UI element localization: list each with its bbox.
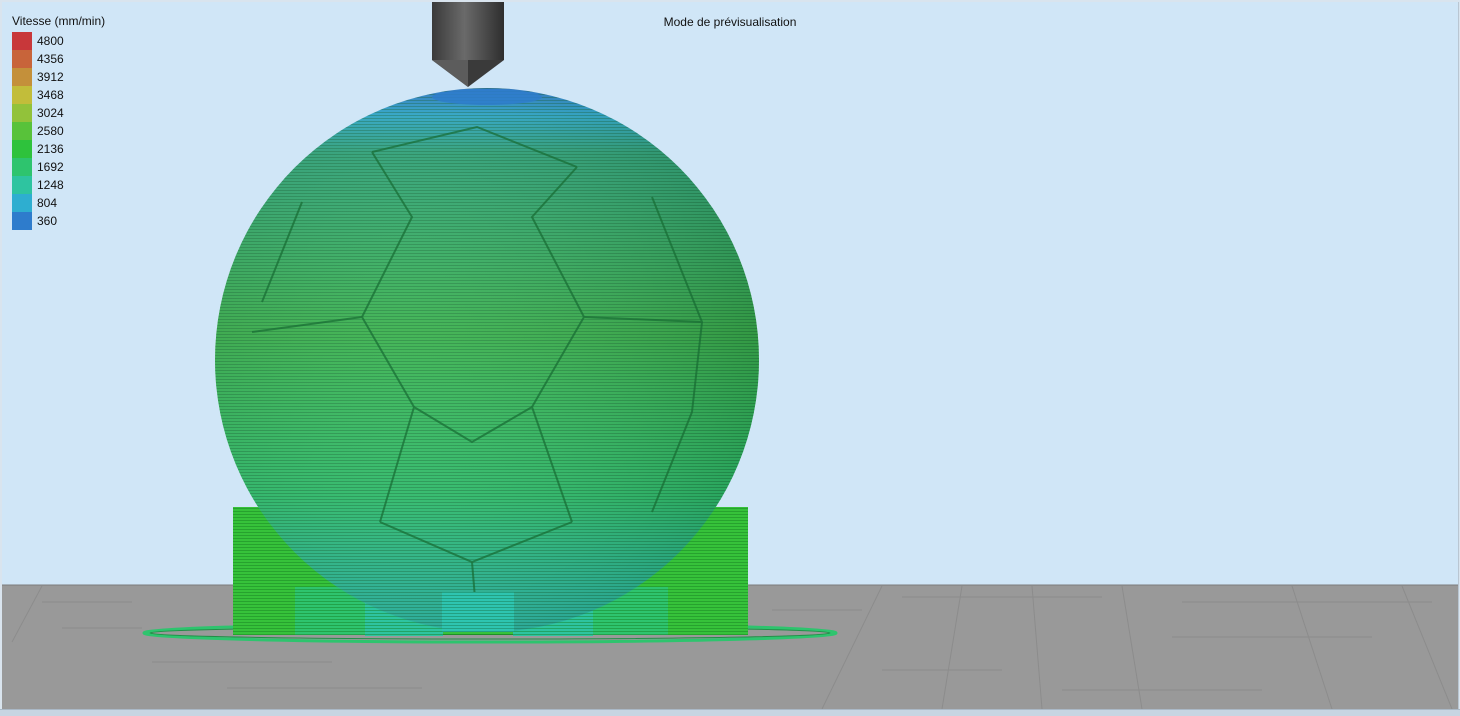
legend-value: 3912 xyxy=(37,70,64,84)
legend-swatch xyxy=(12,86,32,104)
legend-swatch xyxy=(12,176,32,194)
legend-row-9: 804 xyxy=(12,194,105,212)
legend-title: Vitesse (mm/min) xyxy=(12,14,106,28)
legend-swatch xyxy=(12,212,32,230)
legend-value: 4800 xyxy=(37,34,64,48)
legend-value: 3468 xyxy=(37,88,64,102)
legend-row-5: 2580 xyxy=(12,122,105,140)
legend-row-6: 2136 xyxy=(12,140,105,158)
speed-legend: Vitesse (mm/min) 4800 4356 3912 3468 302… xyxy=(12,14,105,230)
print-nozzle xyxy=(432,2,504,87)
legend-value: 360 xyxy=(37,214,58,228)
legend-value: 2580 xyxy=(37,124,64,138)
legend-swatch xyxy=(12,68,32,86)
legend-swatch xyxy=(12,32,32,50)
legend-row-7: 1692 xyxy=(12,158,105,176)
print-preview-scene[interactable] xyxy=(2,2,1458,709)
legend-row-2: 3912 xyxy=(12,68,105,86)
legend-value: 1692 xyxy=(37,160,64,174)
legend-row-8: 1248 xyxy=(12,176,105,194)
legend-swatch xyxy=(12,194,32,212)
legend-row-3: 3468 xyxy=(12,86,105,104)
legend-swatch xyxy=(12,122,32,140)
legend-swatch xyxy=(12,50,32,68)
legend-swatch xyxy=(12,140,32,158)
legend-row-4: 3024 xyxy=(12,104,105,122)
legend-value: 804 xyxy=(37,196,58,210)
legend-row-1: 4356 xyxy=(12,50,105,68)
sphere-model xyxy=(215,88,759,632)
legend-value: 2136 xyxy=(37,142,64,156)
legend-value: 3024 xyxy=(37,106,64,120)
legend-value: 4356 xyxy=(37,52,64,66)
legend-value: 1248 xyxy=(37,178,64,192)
legend-swatch xyxy=(12,104,32,122)
legend-swatch xyxy=(12,158,32,176)
preview-viewport[interactable]: Mode de prévisualisation Vitesse (mm/min… xyxy=(2,2,1459,709)
legend-row-10: 360 xyxy=(12,212,105,230)
legend-row-0: 4800 xyxy=(12,32,105,50)
